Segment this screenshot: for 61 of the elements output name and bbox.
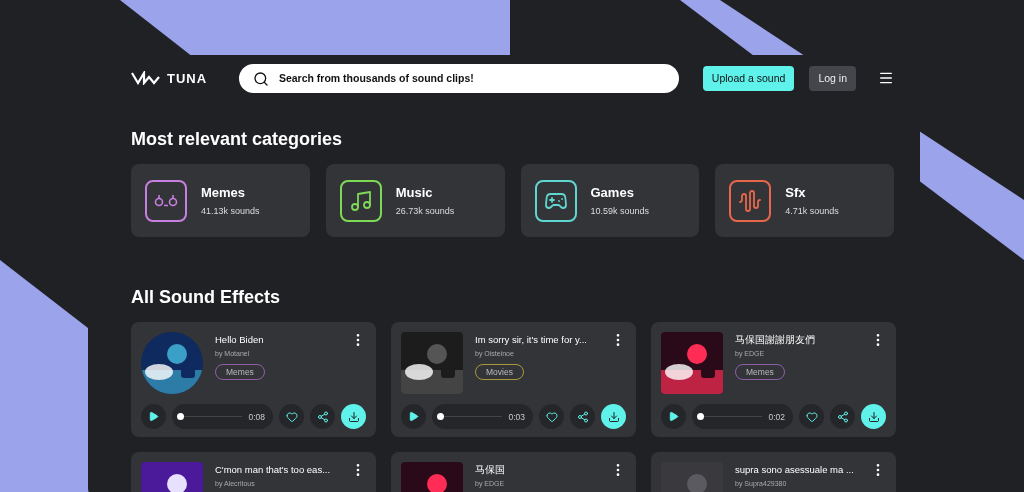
- play-button[interactable]: [141, 404, 166, 429]
- brand-name: TUNA: [167, 70, 208, 86]
- category-name: Memes: [201, 185, 247, 200]
- category-name: Sfx: [785, 185, 807, 200]
- play-icon: [668, 411, 679, 422]
- duration: 0:03: [508, 411, 525, 422]
- sound-title: 马保国: [475, 464, 505, 477]
- share-icon: [316, 410, 329, 423]
- category-card[interactable]: Memes 41.13k sounds: [131, 164, 310, 237]
- section-title: Most relevant categories: [131, 128, 344, 151]
- share-icon: [576, 410, 589, 423]
- upload-button[interactable]: Upload a sound: [702, 65, 795, 91]
- category-card[interactable]: Games 10.59k sounds: [520, 164, 700, 237]
- heart-icon: [285, 410, 298, 423]
- duration: 0:02: [768, 411, 785, 422]
- like-button[interactable]: [539, 404, 564, 429]
- sound-count: 10.59k sounds: [590, 206, 650, 216]
- search-icon: [252, 70, 269, 87]
- logo-icon: [131, 71, 161, 85]
- music-note-icon: [348, 188, 373, 213]
- heart-icon: [545, 410, 558, 423]
- play-button[interactable]: [401, 404, 426, 429]
- search-field[interactable]: Search from thousands of sound clips!: [238, 63, 679, 93]
- download-icon: [867, 410, 880, 423]
- sound-title: supra sono asessuale ma ...: [735, 464, 854, 477]
- progress-handle[interactable]: [697, 413, 704, 420]
- share-icon: [836, 410, 849, 423]
- like-button[interactable]: [799, 404, 824, 429]
- progress-handle[interactable]: [177, 413, 184, 420]
- category-name: Music: [395, 185, 434, 200]
- sound-count: 41.13k sounds: [201, 206, 260, 216]
- download-button[interactable]: [341, 404, 366, 429]
- share-button[interactable]: [570, 404, 595, 429]
- waveform-icon: [738, 188, 763, 213]
- heart-icon: [805, 410, 818, 423]
- sound-count: 4.71k sounds: [785, 206, 839, 216]
- face-icon: [154, 193, 178, 208]
- category-card[interactable]: Sfx 4.71k sounds: [715, 164, 894, 237]
- category-card[interactable]: Music 26.73k sounds: [325, 164, 505, 237]
- download-icon: [607, 410, 620, 423]
- sound-count: 26.73k sounds: [395, 206, 455, 216]
- play-button[interactable]: [661, 404, 686, 429]
- sound-title: C'mon man that's too eas...: [215, 464, 331, 477]
- menu-button[interactable]: [878, 70, 894, 86]
- like-button[interactable]: [279, 404, 304, 429]
- play-icon: [408, 411, 419, 422]
- menu-icon: [878, 70, 894, 86]
- category-name: Games: [590, 185, 635, 200]
- share-button[interactable]: [830, 404, 855, 429]
- download-button[interactable]: [601, 404, 626, 429]
- sound-title: Im sorry sir, it's time for y...: [475, 334, 587, 347]
- section-title: All Sound Effects: [131, 286, 281, 309]
- sound-title: Hello Biden: [215, 334, 264, 347]
- sound-title: 马保国謝謝朋友們: [735, 334, 815, 347]
- login-button[interactable]: Log in: [809, 65, 856, 91]
- download-icon: [347, 410, 360, 423]
- play-icon: [148, 411, 159, 422]
- duration: 0:08: [248, 411, 265, 422]
- download-button[interactable]: [861, 404, 886, 429]
- progress-handle[interactable]: [437, 413, 444, 420]
- share-button[interactable]: [310, 404, 335, 429]
